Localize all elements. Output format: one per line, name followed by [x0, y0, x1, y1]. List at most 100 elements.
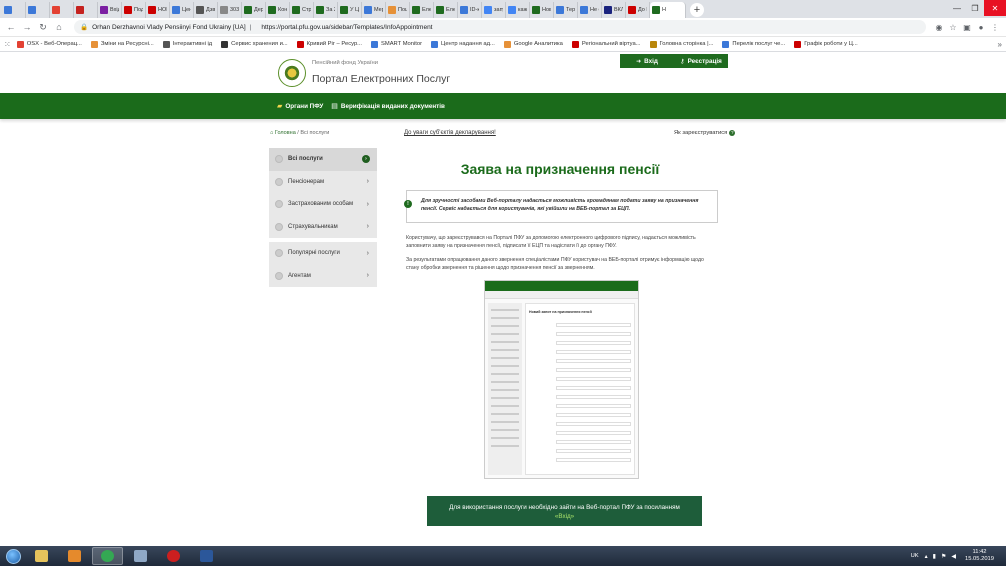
browser-tab[interactable]: [50, 2, 74, 18]
browser-tab[interactable]: ID-к: [458, 2, 482, 18]
tab-label: Стр: [302, 7, 311, 13]
declarants-notice-link[interactable]: До уваги суб'єктів декларування!: [404, 130, 496, 136]
bookmark-item[interactable]: Інтерактивні ід: [162, 40, 212, 48]
login-button[interactable]: ➜ Вхід: [620, 54, 674, 68]
chevron-right-icon: ›: [366, 178, 369, 186]
start-button[interactable]: [0, 546, 26, 566]
sidebar-item-pensioners[interactable]: Пенсіонерам ›: [269, 171, 377, 194]
browser-tab[interactable]: Кон: [266, 2, 290, 18]
how-to-register-link[interactable]: Як зареєструватися?: [674, 130, 736, 136]
info-notice: ! Для зручності засобами Веб-порталу над…: [404, 190, 718, 223]
address-bar[interactable]: 🔒 Orhan Derzhavnoi Vlady Pensiinyi Fond …: [74, 20, 926, 34]
nav-document-verification[interactable]: ▤ Верифікація виданих документів: [327, 93, 449, 119]
show-hidden-icons-icon[interactable]: ▴: [925, 553, 928, 560]
flag-icon[interactable]: ⚑: [941, 553, 946, 560]
bookmark-item[interactable]: Регіональний віртуа...: [571, 40, 641, 48]
tab-label: Кон: [278, 7, 287, 13]
breadcrumb-home-icon[interactable]: ⌂: [270, 130, 273, 136]
browser-tab[interactable]: Нові: [530, 2, 554, 18]
portal-name[interactable]: Портал Електронних Послуг: [312, 73, 450, 85]
browser-tab[interactable]: запу: [482, 2, 506, 18]
menu-icon[interactable]: ⋮: [988, 23, 1002, 32]
close-button[interactable]: ✕: [984, 0, 1006, 16]
browser-tab[interactable]: Под: [122, 2, 146, 18]
browser-tab[interactable]: Цен: [170, 2, 194, 18]
breadcrumb-home[interactable]: Головна: [275, 130, 296, 136]
cta-login-link[interactable]: «Вхід»: [555, 513, 574, 520]
bookmark-item[interactable]: Головна сторінка |...: [649, 40, 713, 48]
browser-tab[interactable]: [74, 2, 98, 18]
sidebar-item-insurers[interactable]: Страхувальникам ›: [269, 216, 377, 239]
clock[interactable]: 11:42 15.05.2019: [965, 549, 994, 563]
browser-tab[interactable]: Вхід: [98, 2, 122, 18]
taskbar-app-settings[interactable]: [125, 547, 156, 565]
tab-label: Пош: [398, 7, 407, 13]
network-icon[interactable]: ▮: [933, 553, 936, 560]
volume-icon[interactable]: ◀: [951, 553, 956, 560]
tab-label: Под: [134, 7, 143, 13]
browser-tab[interactable]: Дер: [242, 2, 266, 18]
bookmark-item[interactable]: Кривий Ріг – Ресур...: [296, 40, 362, 48]
browser-tab[interactable]: ВКЛ: [602, 2, 626, 18]
tab-favicon-icon: [580, 6, 588, 14]
register-button[interactable]: ⚷ Реєстрація: [674, 54, 728, 68]
browser-tab[interactable]: 303: [218, 2, 242, 18]
sidebar-item-agents[interactable]: Агентам ›: [269, 265, 377, 288]
bookmark-item[interactable]: Google Аналитика: [503, 40, 563, 48]
bookmark-item[interactable]: Сервис хранения и...: [221, 40, 288, 48]
extension-icon-2[interactable]: ▣: [960, 23, 974, 32]
taskbar-app-word[interactable]: [191, 547, 222, 565]
bookmark-star-icon[interactable]: ☆: [946, 23, 960, 32]
taskbar-app-chrome[interactable]: [92, 547, 123, 565]
back-icon[interactable]: ←: [4, 20, 18, 34]
apps-icon[interactable]: ⁙: [4, 40, 11, 49]
extension-icon[interactable]: ◉: [932, 23, 946, 32]
home-icon[interactable]: ⌂: [52, 20, 66, 34]
sidebar-item-all-services[interactable]: Всі послуги ›: [269, 148, 377, 171]
language-indicator[interactable]: UK: [911, 553, 919, 559]
profile-icon[interactable]: ●: [974, 23, 988, 32]
bookmark-item[interactable]: SMART Monitor: [371, 40, 422, 48]
more-bookmarks-icon[interactable]: »: [998, 40, 1002, 49]
bookmark-item[interactable]: Графік роботи у Ц...: [794, 40, 858, 48]
browser-tab[interactable]: Не с: [578, 2, 602, 18]
pfu-logo[interactable]: [278, 59, 306, 87]
tab-label: За 2: [326, 7, 335, 13]
bookmark-favicon-icon: [162, 40, 170, 48]
maximize-button[interactable]: ❐: [966, 0, 984, 16]
taskbar-app-explorer[interactable]: [26, 547, 57, 565]
browser-tab[interactable]: Стр: [290, 2, 314, 18]
minimize-button[interactable]: —: [948, 0, 966, 16]
taskbar-app-opera[interactable]: [158, 547, 189, 565]
lock-icon[interactable]: 🔒: [80, 23, 88, 31]
site-identity[interactable]: Orhan Derzhavnoi Vlady Pensiinyi Fond Uk…: [92, 24, 246, 31]
forward-icon[interactable]: →: [20, 20, 34, 34]
taskbar-app-media[interactable]: [59, 547, 90, 565]
browser-tab[interactable]: У Ц: [338, 2, 362, 18]
browser-tab[interactable]: Елек: [410, 2, 434, 18]
bookmark-item[interactable]: Перелік послуг че...: [722, 40, 785, 48]
bookmark-item[interactable]: Центр надання ад...: [431, 40, 495, 48]
browser-tab[interactable]: Тер: [554, 2, 578, 18]
browser-tab[interactable]: [2, 2, 26, 18]
url-text[interactable]: https://portal.pfu.gov.ua/sidebar/Templa…: [261, 24, 432, 31]
bookmark-label: Сервис хранения и...: [231, 41, 288, 47]
new-tab-button[interactable]: +: [690, 3, 704, 17]
breadcrumb-current: Всі послуги: [300, 130, 330, 136]
bookmark-item[interactable]: Зміни на Ресурсні...: [90, 40, 154, 48]
reload-icon[interactable]: ↻: [36, 20, 50, 34]
browser-tab[interactable]: Дзв: [194, 2, 218, 18]
browser-tab[interactable]: Пош: [386, 2, 410, 18]
browser-tab[interactable]: НОЮ: [146, 2, 170, 18]
nav-pfu-bodies[interactable]: ▰ Органи ПФУ: [273, 93, 327, 119]
sidebar-item-insured-persons[interactable]: Застрахованим особам ›: [269, 193, 377, 216]
browser-tab[interactable]: За 2: [314, 2, 338, 18]
browser-tab[interactable]: [26, 2, 50, 18]
sidebar-item-popular[interactable]: Популярні послуги ›: [269, 242, 377, 265]
browser-tab[interactable]: Мер: [362, 2, 386, 18]
browser-tab[interactable]: Елек: [434, 2, 458, 18]
bookmark-item[interactable]: OSX - Веб-Операц...: [16, 40, 82, 48]
browser-tab[interactable]: Н: [650, 2, 686, 18]
browser-tab[interactable]: каж: [506, 2, 530, 18]
browser-tab[interactable]: До П: [626, 2, 650, 18]
